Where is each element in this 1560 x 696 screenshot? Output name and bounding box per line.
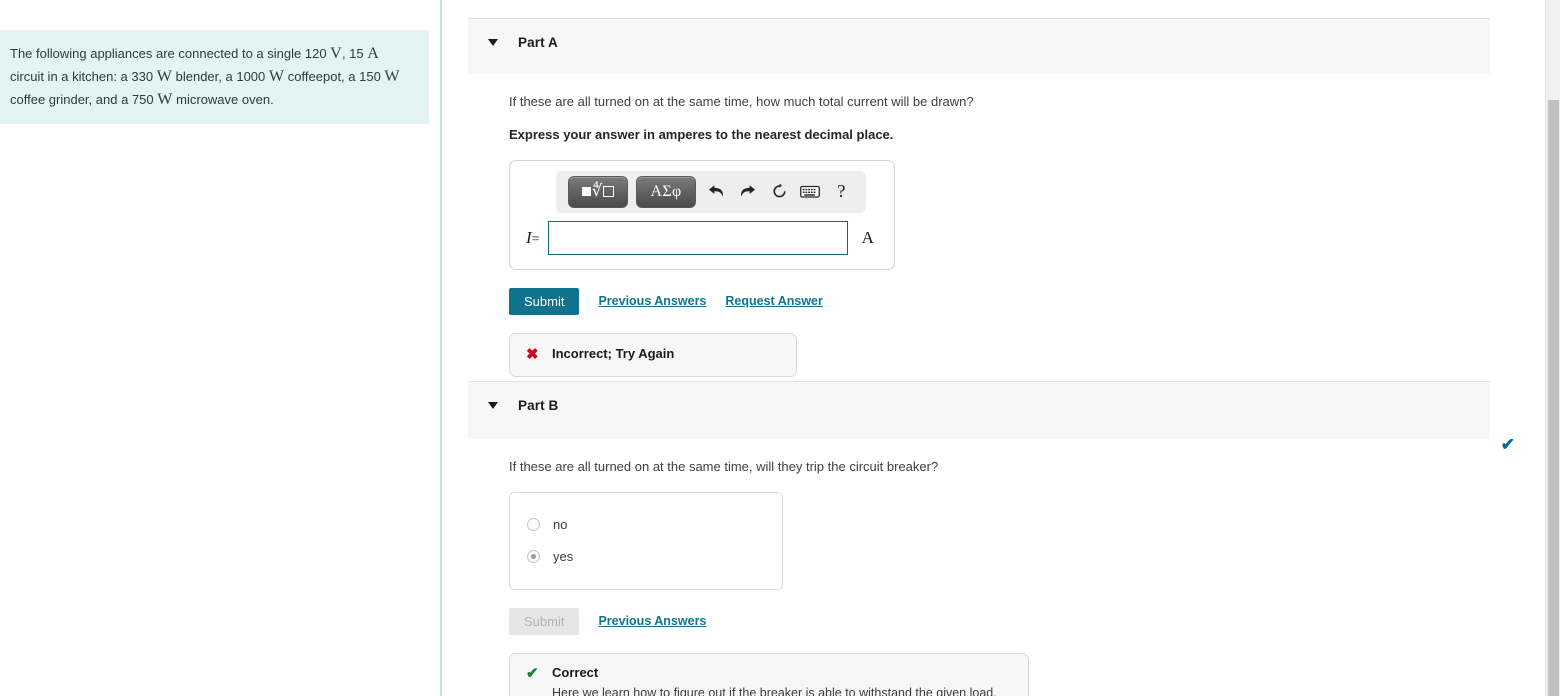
help-icon[interactable]: ? — [829, 181, 854, 202]
problem-pane: The following appliances are connected t… — [0, 0, 442, 696]
radio-yes[interactable] — [527, 550, 540, 564]
part-b-header[interactable]: Part B ✔ — [468, 381, 1515, 453]
radio-no[interactable] — [527, 518, 540, 532]
part-b-body: If these are all turned on at the same t… — [468, 439, 1490, 696]
unit-watt-microwave: W — [157, 91, 173, 109]
part-section-b: Part B ✔ If these are all turned on at t… — [468, 381, 1515, 696]
part-b-actions: Submit Previous Answers — [509, 607, 1490, 635]
previous-answers-link[interactable]: Previous Answers — [598, 614, 706, 628]
part-b-title: Part B — [518, 398, 559, 413]
submit-button[interactable]: Submit — [509, 287, 580, 315]
part-a-title: Part A — [518, 35, 558, 50]
x-icon: ✖ — [526, 345, 539, 363]
answer-input-row: I= A — [522, 220, 882, 255]
unit-volt: V — [330, 45, 342, 62]
feedback-title: Incorrect; Try Again — [552, 346, 675, 362]
previous-answers-link[interactable]: Previous Answers — [598, 294, 706, 308]
greek-button-label: ΑΣφ — [650, 182, 682, 200]
template-glyph-icon: ∜ — [581, 183, 615, 200]
problem-text-segment: coffeepot, a 150 — [284, 69, 385, 85]
problem-text-segment: coffee grinder, and a 750 — [10, 92, 158, 108]
collapse-caret-icon[interactable] — [488, 402, 498, 409]
part-a-actions: Submit Previous Answers Request Answer — [509, 287, 1490, 315]
vertical-scrollbar[interactable] — [1545, 0, 1560, 696]
math-template-button[interactable]: ∜ — [568, 175, 628, 208]
part-b-question: If these are all turned on at the same t… — [509, 459, 939, 474]
feedback-correct: ✔ Correct Here we learn how to figure ou… — [509, 652, 1029, 696]
choice-no-label: no — [553, 517, 568, 533]
unit-ampere: A — [367, 45, 379, 62]
answer-choice-group: no yes — [509, 491, 783, 590]
redo-icon[interactable] — [735, 184, 760, 199]
part-a-question: If these are all turned on at the same t… — [509, 94, 974, 109]
scroll-content: Part A If these are all turned on at the… — [442, 0, 1560, 696]
feedback-body: Correct Here we learn how to figure out … — [552, 665, 997, 696]
unit-watt-grinder: W — [384, 68, 400, 86]
submit-button-disabled: Submit — [509, 607, 580, 635]
answer-pane: Part A If these are all turned on at the… — [442, 0, 1560, 696]
part-a-instruction: Express your answer in amperes to the ne… — [509, 126, 894, 142]
choice-yes[interactable]: yes — [510, 541, 782, 573]
feedback-detail: Here we learn how to figure out if the b… — [552, 685, 997, 696]
unit-watt-blender: W — [156, 68, 173, 86]
answer-variable-label: I= — [526, 227, 540, 247]
greek-symbols-button[interactable]: ΑΣφ — [636, 175, 696, 208]
request-answer-link[interactable]: Request Answer — [725, 294, 822, 308]
scrollbar-thumb[interactable] — [1548, 100, 1559, 696]
collapse-caret-icon[interactable] — [488, 39, 498, 46]
math-answer-widget: ∜ ΑΣφ ? I= A — [509, 159, 895, 270]
problem-text-segment: blender, a 1000 — [172, 69, 269, 85]
problem-text-segment: microwave oven. — [172, 92, 274, 108]
undo-icon[interactable] — [704, 184, 729, 199]
reset-icon[interactable] — [766, 183, 791, 200]
problem-text-segment: The following appliances are connected t… — [10, 46, 331, 61]
answer-input[interactable] — [547, 220, 848, 255]
feedback-title: Correct — [552, 664, 599, 680]
part-b-status-check-icon: ✔ — [1500, 435, 1515, 454]
part-a-body: If these are all turned on at the same t… — [468, 74, 1490, 377]
problem-statement: The following appliances are connected t… — [0, 30, 429, 124]
problem-text-segment: , 15 — [341, 46, 368, 61]
problem-text-segment: circuit in a kitchen: a 330 — [10, 69, 157, 85]
feedback-incorrect: ✖ Incorrect; Try Again — [509, 332, 797, 377]
choice-no[interactable]: no — [510, 509, 782, 541]
assignment-page: The following appliances are connected t… — [0, 0, 1560, 696]
check-icon: ✔ — [526, 664, 539, 682]
math-toolbar: ∜ ΑΣφ ? — [556, 170, 866, 213]
choice-yes-label: yes — [553, 549, 574, 565]
unit-watt-coffeepot: W — [268, 68, 285, 86]
part-section-a: Part A If these are all turned on at the… — [468, 18, 1490, 377]
answer-unit-label: A — [861, 227, 874, 247]
keyboard-icon[interactable] — [798, 185, 823, 199]
part-a-header[interactable]: Part A — [468, 18, 1490, 74]
